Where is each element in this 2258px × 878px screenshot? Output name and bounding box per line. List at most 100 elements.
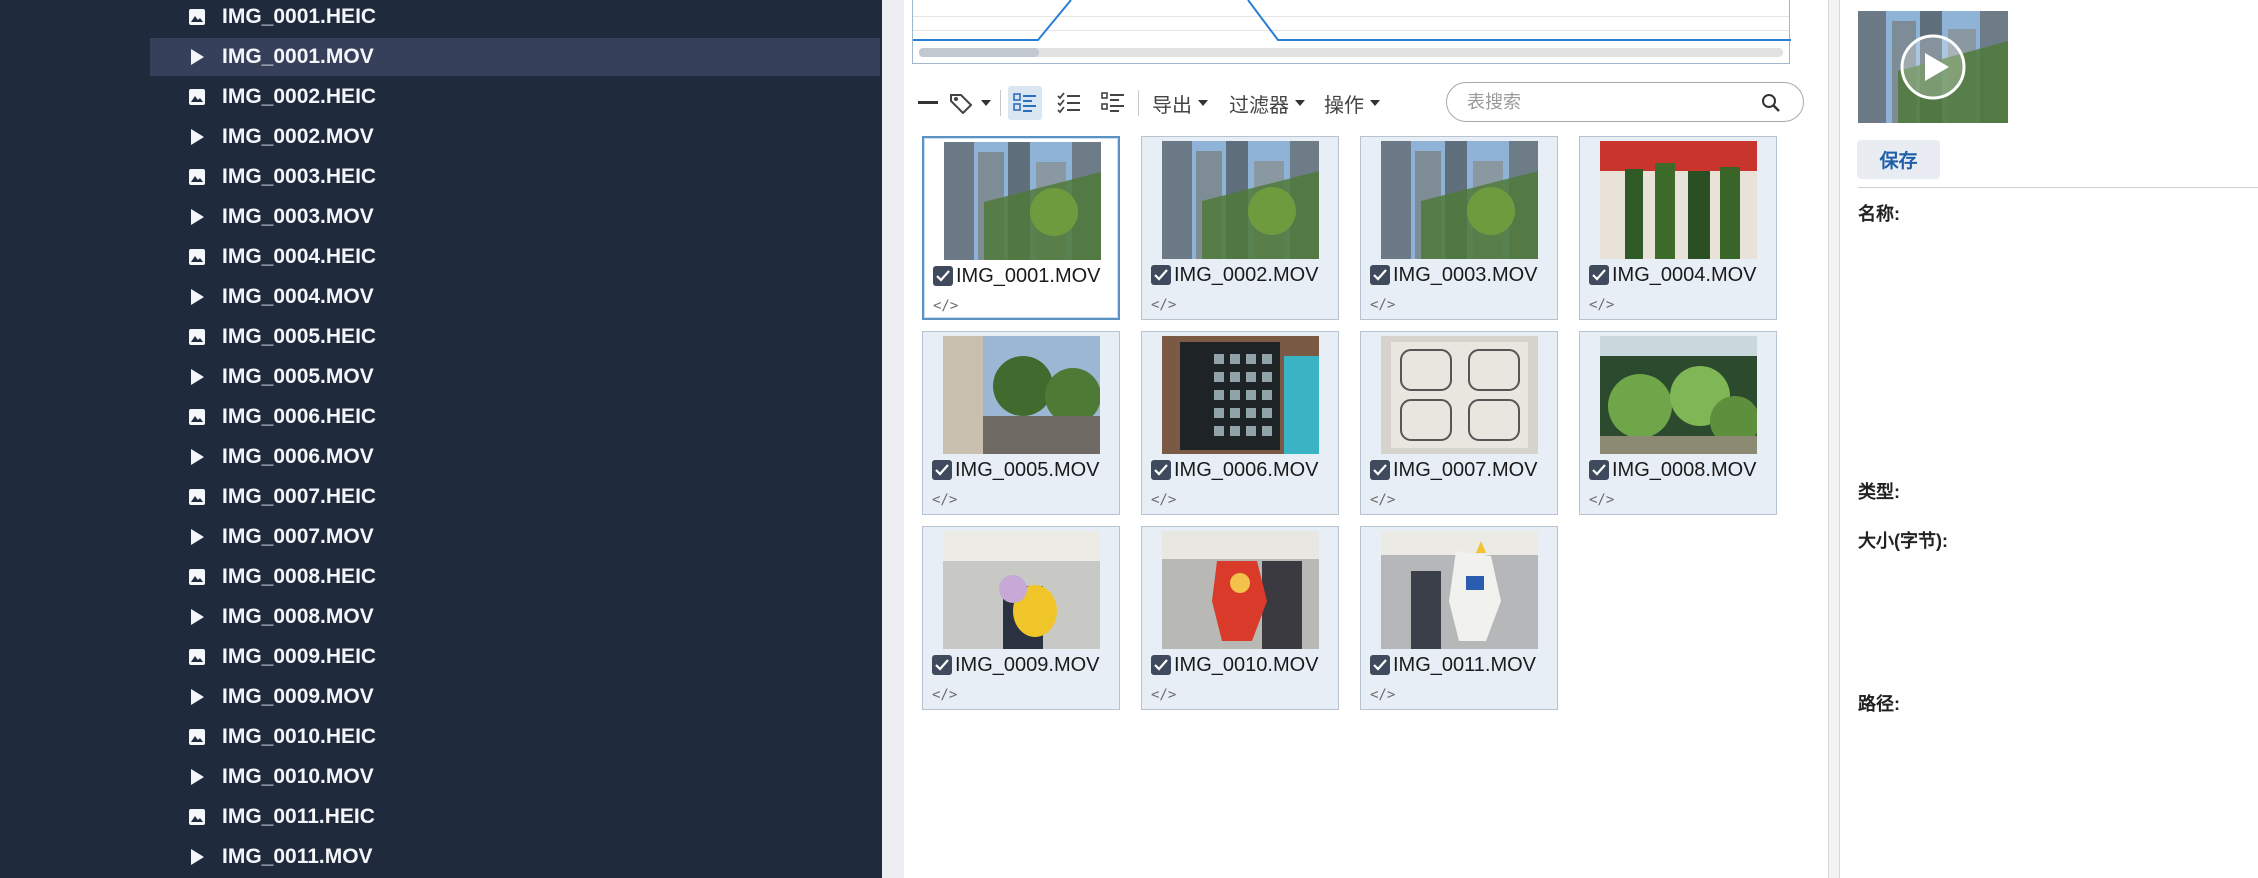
thumbnail-card[interactable]: IMG_0006.MOV </>	[1141, 331, 1339, 515]
collapse-icon[interactable]	[916, 86, 940, 120]
thumbnail-card[interactable]: IMG_0005.MOV </>	[922, 331, 1120, 515]
thumbnail-card[interactable]: IMG_0004.MOV </>	[1579, 136, 1777, 320]
tree-item-label: IMG_0009.HEIC	[222, 645, 377, 668]
tree-item[interactable]: IMG_0006.HEIC	[150, 398, 880, 436]
checkbox-icon[interactable]	[1151, 655, 1171, 675]
play-icon[interactable]	[1899, 33, 1967, 106]
tree-item[interactable]: IMG_0006.MOV	[150, 438, 880, 476]
checkbox-icon[interactable]	[1370, 265, 1390, 285]
type-label: 类型:	[1858, 482, 1900, 502]
tree-item[interactable]: IMG_0008.MOV	[150, 598, 880, 636]
tree-item[interactable]: IMG_0007.HEIC	[150, 478, 880, 516]
image-icon	[188, 808, 206, 826]
code-icon[interactable]: </>	[933, 298, 958, 314]
checkbox-icon[interactable]	[932, 460, 952, 480]
image-icon	[188, 728, 206, 746]
checkbox-icon[interactable]	[1151, 265, 1171, 285]
code-icon[interactable]: </>	[1589, 297, 1614, 313]
thumbnail-image	[1162, 141, 1319, 259]
thumbnail-filename: IMG_0011.MOV	[1393, 654, 1537, 676]
thumbnail-card[interactable]: IMG_0003.MOV </>	[1360, 136, 1558, 320]
play-icon	[188, 208, 206, 226]
tree-item[interactable]: IMG_0008.HEIC	[150, 558, 880, 596]
thumbnail-card[interactable]: IMG_0001.MOV </>	[922, 136, 1120, 320]
checkbox-icon[interactable]	[1370, 655, 1390, 675]
play-icon	[188, 128, 206, 146]
thumbnail-grid: IMG_0001.MOV </> IMG_0002.MOV </> IMG_0003.M…	[922, 136, 1804, 736]
tree-item[interactable]: IMG_0011.HEIC	[150, 798, 880, 836]
save-button[interactable]: 保存	[1857, 140, 1940, 179]
tree-item-label: IMG_0008.HEIC	[222, 565, 377, 588]
video-preview[interactable]	[1858, 11, 2008, 123]
chevron-down-icon	[1370, 100, 1380, 106]
thumbnail-image	[943, 336, 1100, 454]
tree-item[interactable]: IMG_0003.MOV	[150, 198, 880, 236]
tree-item[interactable]: IMG_0005.HEIC	[150, 318, 880, 356]
thumbnail-card[interactable]: IMG_0008.MOV </>	[1579, 331, 1777, 515]
tree-item[interactable]: IMG_0001.HEIC	[150, 0, 880, 36]
thumbnail-card[interactable]: IMG_0002.MOV </>	[1141, 136, 1339, 320]
thumbnail-filename: IMG_0009.MOV	[955, 654, 1100, 676]
checkbox-icon[interactable]	[1370, 460, 1390, 480]
timeline-scroll-thumb[interactable]	[919, 48, 1039, 57]
checklist-view-button[interactable]	[1052, 86, 1086, 120]
thumbnail-card[interactable]: IMG_0007.MOV </>	[1360, 331, 1558, 515]
tree-item[interactable]: IMG_0007.MOV	[150, 518, 880, 556]
tree-item[interactable]: IMG_0009.HEIC	[150, 638, 880, 676]
thumbnail-filename: IMG_0004.MOV	[1612, 264, 1757, 286]
tree-item-label: IMG_0001.MOV	[222, 45, 374, 68]
tree-item-label: IMG_0011.HEIC	[222, 805, 375, 828]
export-menu-button[interactable]: 导出	[1148, 86, 1212, 120]
tree-item[interactable]: IMG_0002.HEIC	[150, 78, 880, 116]
checkbox-icon[interactable]	[932, 655, 952, 675]
actions-label: 操作	[1324, 94, 1364, 117]
search-input[interactable]	[1467, 89, 1747, 115]
filter-menu-button[interactable]: 过滤器	[1224, 86, 1310, 120]
play-icon	[188, 448, 206, 466]
code-icon[interactable]: </>	[932, 492, 957, 508]
tag-menu-button[interactable]	[948, 86, 992, 120]
thumbnail-image	[944, 142, 1101, 260]
thumbnail-filename: IMG_0010.MOV	[1174, 654, 1319, 676]
panel-gutter	[882, 0, 904, 878]
thumbnail-filename: IMG_0003.MOV	[1393, 264, 1538, 286]
checkbox-icon[interactable]	[1589, 265, 1609, 285]
thumbnail-image	[1162, 531, 1319, 649]
tree-item[interactable]: IMG_0003.HEIC	[150, 158, 880, 196]
play-icon	[188, 368, 206, 386]
list-detail-view-button[interactable]	[1008, 86, 1042, 120]
tree-item[interactable]: IMG_0004.MOV	[150, 278, 880, 316]
tree-item[interactable]: IMG_0004.HEIC	[150, 238, 880, 276]
tree-item[interactable]: IMG_0009.MOV	[150, 678, 880, 716]
code-icon[interactable]: </>	[1589, 492, 1614, 508]
code-icon[interactable]: </>	[1370, 492, 1395, 508]
image-icon	[188, 648, 206, 666]
timeline-scrollbar[interactable]	[919, 48, 1783, 57]
image-icon	[188, 168, 206, 186]
tree-item[interactable]: IMG_0001.MOV	[150, 38, 880, 76]
thumbnail-card[interactable]: IMG_0011.MOV </>	[1360, 526, 1558, 710]
checkbox-icon[interactable]	[933, 266, 953, 286]
code-icon[interactable]: </>	[1370, 297, 1395, 313]
tree-item[interactable]: IMG_0010.MOV	[150, 758, 880, 796]
tree-item[interactable]: IMG_0010.HEIC	[150, 718, 880, 756]
code-icon[interactable]: </>	[1370, 687, 1395, 703]
checkbox-icon[interactable]	[1589, 460, 1609, 480]
code-icon[interactable]: </>	[1151, 297, 1176, 313]
search-box[interactable]	[1446, 82, 1804, 122]
thumbnail-card[interactable]: IMG_0009.MOV </>	[922, 526, 1120, 710]
thumbnail-card[interactable]: IMG_0010.MOV </>	[1141, 526, 1339, 710]
tree-item[interactable]: IMG_0011.MOV	[150, 838, 880, 876]
thumbnail-image	[1381, 531, 1538, 649]
panel-splitter[interactable]	[1828, 0, 1840, 878]
tree-item-label: IMG_0005.MOV	[222, 365, 374, 388]
code-icon[interactable]: </>	[932, 687, 957, 703]
checkbox-icon[interactable]	[1151, 460, 1171, 480]
code-icon[interactable]: </>	[1151, 492, 1176, 508]
code-icon[interactable]: </>	[1151, 687, 1176, 703]
tree-item[interactable]: IMG_0005.MOV	[150, 358, 880, 396]
tree-item[interactable]: IMG_0002.MOV	[150, 118, 880, 156]
compact-list-view-button[interactable]	[1096, 86, 1130, 120]
actions-menu-button[interactable]: 操作	[1320, 86, 1384, 120]
search-icon[interactable]	[1761, 93, 1781, 118]
